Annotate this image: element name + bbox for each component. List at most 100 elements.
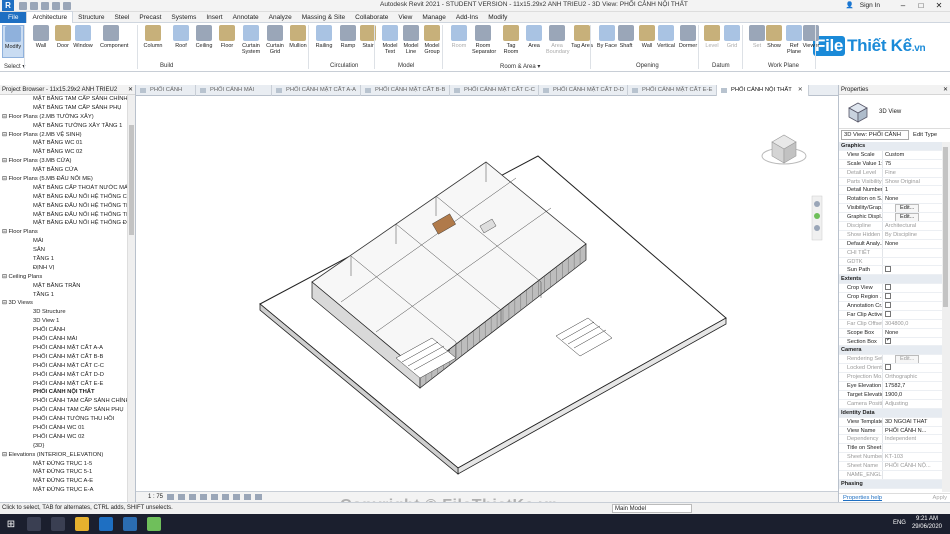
tool-room-button[interactable]: Room [448,25,470,49]
property-value[interactable]: Custom [882,150,943,159]
tree-view-item[interactable]: PHỐI CẢNH MẶT CẮT D-D [0,371,127,380]
maximize-icon[interactable]: □ [912,0,930,11]
ribbon-tab-insert[interactable]: Insert [201,12,227,23]
property-value[interactable] [882,444,943,453]
tree-category[interactable]: ⊟ Floor Plans (3.MB CỬA) [0,157,127,166]
property-value[interactable]: 1 [882,186,943,195]
sign-in-link[interactable]: Sign In [860,2,880,9]
tree-view-item[interactable]: PHỐI CẢNH TƯỜNG THU HỒI [0,415,127,424]
tree-view-item[interactable]: 3D View 1 [0,317,127,326]
crop-view-icon[interactable] [222,494,230,500]
tree-view-item[interactable]: PHỐI CẢNH MẶT CẮT C-C [0,362,127,371]
tree-view-item[interactable]: MẶT ĐỨNG TRỤC E-A [0,486,127,495]
property-value[interactable]: PHỐI CẢNH N... [882,426,943,435]
tree-view-item[interactable]: TẦNG 1 [0,291,127,300]
tree-view-item[interactable]: MẶT BẰNG WC 01 [0,139,127,148]
tree-view-item[interactable]: PHỐI CẢNH MÁI [0,335,127,344]
tree-category[interactable]: ⊟ 3D Views [0,299,127,308]
ribbon-tab-view[interactable]: View [393,12,417,23]
tree-view-item[interactable]: MẶT BẰNG CỬA [0,166,127,175]
tool-dormer-button[interactable]: Dormer [677,25,699,49]
tree-view-item[interactable]: PHỐI CẢNH [0,326,127,335]
tool-grid-button[interactable]: Grid [721,25,743,49]
tool-ceiling-button[interactable]: Ceiling [193,25,215,49]
properties-category[interactable]: Extents [839,275,943,285]
ribbon-tab-massing-site[interactable]: Massing & Site [297,12,350,23]
project-browser-scrollbar[interactable] [127,95,135,502]
tool-shaft-button[interactable]: Shaft [615,25,637,49]
tool-room-separator-button[interactable]: Room Separator [472,25,496,55]
ribbon-tab-modify[interactable]: Modify [483,12,512,23]
lock-view-icon[interactable] [244,494,252,500]
tree-view-item[interactable]: MẶT BẰNG TAM CẤP SẢNH CHÍNH [0,95,127,104]
render-icon[interactable] [211,494,219,500]
property-value[interactable]: Edit... [882,213,943,222]
tree-view-item[interactable]: MẶT ĐỨNG TRỤC 1-5 [0,460,127,469]
print-icon[interactable] [63,1,71,10]
tool-area-button[interactable]: Area [523,25,545,49]
view-tab[interactable]: PHỐI CẢNH MẶT CẮT E-E [628,85,717,96]
tool-viewer-button[interactable]: Viewer [800,25,822,49]
tool-model-line-button[interactable]: Model Line [400,25,422,55]
tool-mullion-button[interactable]: Mullion [287,25,309,49]
tree-view-item[interactable]: PHỐI CẢNH WC 01 [0,424,127,433]
tool-modify-button[interactable]: Modify [2,25,24,58]
property-value[interactable]: None [882,328,943,337]
detail-level-icon[interactable] [167,494,175,500]
view-tab[interactable]: PHỐI CẢNH MẶT CẮT D-D [539,85,628,96]
ribbon-tab-systems[interactable]: Systems [166,12,201,23]
tool-wall-button[interactable]: Wall [30,25,52,49]
revit-logo-icon[interactable]: R [2,0,14,11]
tool-stair-button[interactable]: Stair [357,25,379,49]
tool-model-text-button[interactable]: Model Text [379,25,401,55]
close-icon[interactable]: ✕ [930,0,948,11]
property-checkbox[interactable] [885,293,891,300]
ribbon-tab-annotate[interactable]: Annotate [228,12,264,23]
ribbon-tab-analyze[interactable]: Analyze [264,12,297,23]
tree-view-item[interactable]: MẶT BẰNG CẤP THOÁT NƯỚC MÁI [0,184,127,193]
show-crop-icon[interactable] [233,494,241,500]
property-value[interactable]: 1900,0 [882,390,943,399]
minimize-icon[interactable]: – [894,0,912,11]
view-tab[interactable]: PHỐI CẢNH MẶT CẮT C-C [450,85,539,96]
tree-view-item[interactable]: PHỐI CẢNH TAM CẤP SẢNH CHÍNH [0,397,127,406]
visual-style-icon[interactable] [178,494,186,500]
task-view-icon[interactable] [51,517,65,531]
properties-category[interactable]: Graphics [839,142,943,151]
property-value[interactable]: None [882,239,943,248]
tool-model-group-button[interactable]: Model Group [421,25,443,55]
scrollbar-thumb[interactable] [943,147,948,307]
ribbon-tab-manage[interactable]: Manage [417,12,451,23]
property-value[interactable] [882,302,943,310]
tree-view-item[interactable]: PHỐI CẢNH MẶT CẮT E-E [0,380,127,389]
tool-door-button[interactable]: Door [52,25,74,49]
type-selector[interactable]: 3D View [839,95,950,129]
properties-category[interactable]: Camera [839,346,943,356]
property-checkbox[interactable] [885,310,891,317]
tree-view-item[interactable]: MẶT BẰNG ĐẤU NỐI HỆ THỐNG THU [0,211,127,220]
tree-category[interactable]: ⊟ Elevations (INTERIOR_ELEVATION) [0,451,127,460]
property-value[interactable] [882,284,943,293]
app-taskbar-icon[interactable] [123,517,137,531]
file-explorer-icon[interactable] [75,517,89,531]
view-selector-dropdown[interactable]: 3D View: PHỐI CẢNH [841,130,909,140]
language-indicator[interactable]: ENG [893,519,906,527]
tree-category[interactable]: ⊟ Ceiling Plans [0,273,127,282]
ribbon-tab-precast[interactable]: Precast [134,12,166,23]
tool-component-button[interactable]: Component [100,25,128,49]
property-value[interactable] [882,293,943,302]
property-value[interactable] [882,310,943,319]
view-tab[interactable]: PHỐI CẢNH [136,85,196,96]
tree-view-item[interactable]: 3D Structure [0,308,127,317]
property-checkbox[interactable] [885,338,891,345]
ribbon-tab-structure[interactable]: Structure [73,12,109,23]
tree-category[interactable]: ⊟ Floor Plans [0,228,127,237]
app2-taskbar-icon[interactable] [147,517,161,531]
scrollbar-thumb[interactable] [129,125,134,235]
sun-path-icon[interactable] [189,494,197,500]
tool-window-button[interactable]: Window [72,25,94,49]
tool-vertical-button[interactable]: Vertical [655,25,677,49]
tree-view-item[interactable]: PHỐI CẢNH MẶT CẮT A-A [0,344,127,353]
property-value[interactable] [882,337,943,346]
tree-view-item[interactable]: TẦNG 1 [0,255,127,264]
